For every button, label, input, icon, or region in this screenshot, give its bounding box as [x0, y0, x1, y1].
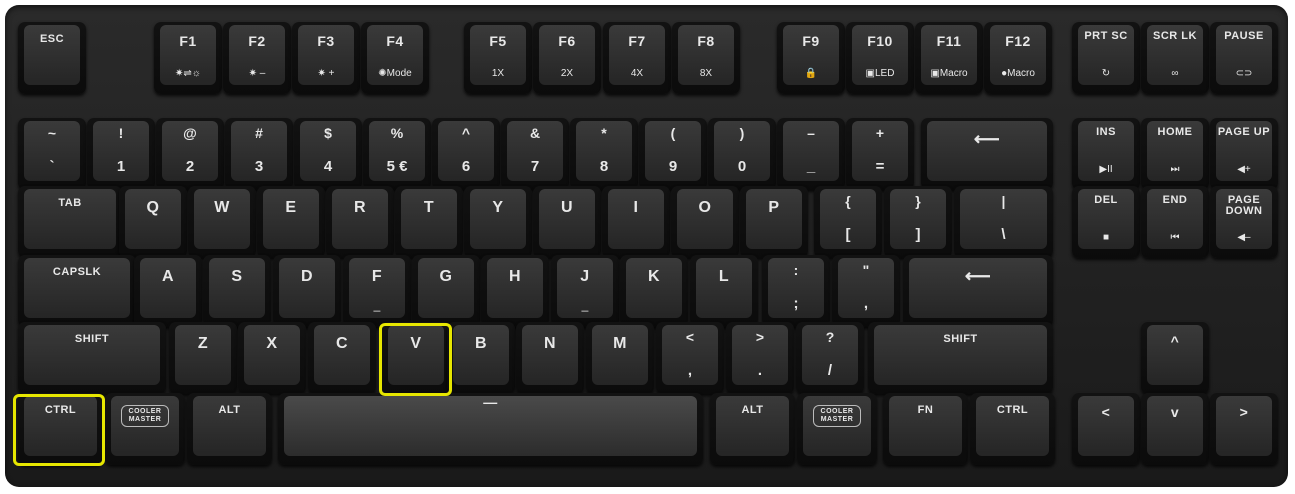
key-c[interactable]: C — [308, 322, 376, 394]
key-f2[interactable]: F2 ✷ – — [223, 22, 291, 94]
key-f1[interactable]: F1 ✷⇌☼ — [154, 22, 222, 94]
key-right-alt[interactable]: ALT — [710, 393, 795, 465]
key-delete[interactable]: DEL ■ — [1072, 186, 1140, 258]
key-f7[interactable]: F7 4X — [603, 22, 671, 94]
key-left-shift[interactable]: SHIFT — [18, 322, 166, 394]
key-f3[interactable]: F3 ✷ + — [292, 22, 360, 94]
key-end[interactable]: END ⏮ — [1141, 186, 1209, 258]
key-backslash[interactable]: | \ — [954, 186, 1053, 258]
key-page-up[interactable]: PAGE UP ◀+ — [1210, 118, 1278, 190]
key-w[interactable]: W — [188, 186, 256, 258]
key-f11[interactable]: F11 ▣Macro — [915, 22, 983, 94]
key-tab[interactable]: TAB — [18, 186, 122, 258]
key-period[interactable]: >. — [726, 322, 794, 394]
key-h[interactable]: H — [481, 255, 549, 327]
key-f12[interactable]: F12 ●Macro — [984, 22, 1052, 94]
key-0[interactable]: ) 0 — [708, 118, 776, 190]
key-enter[interactable]: ⟵ — [903, 255, 1053, 327]
key-x[interactable]: X — [238, 322, 306, 394]
key-fn[interactable]: FN — [883, 393, 968, 465]
key-quote[interactable]: ", — [832, 255, 900, 327]
key-left-logo[interactable]: COOLER MASTER — [105, 393, 185, 465]
key-6[interactable]: ^ 6 — [432, 118, 500, 190]
key-b[interactable]: B — [447, 322, 515, 394]
keyboard: ESC F1 ✷⇌☼ F2 ✷ – F3 ✷ + F4 ✺Mode F5 1X F6 2X … — [0, 0, 1295, 494]
key-f10[interactable]: F10 ▣LED — [846, 22, 914, 94]
key-esc[interactable]: ESC — [18, 22, 86, 94]
key-left-bracket[interactable]: {[ — [814, 186, 882, 258]
key-arrow-left[interactable]: < — [1072, 393, 1140, 465]
key-right-logo[interactable]: COOLER MASTER — [797, 393, 877, 465]
key-k[interactable]: K — [620, 255, 688, 327]
key-p[interactable]: P — [740, 186, 808, 258]
key-left-alt[interactable]: ALT — [187, 393, 272, 465]
key-spacebar[interactable]: — — [278, 393, 703, 465]
key-9[interactable]: (9 — [639, 118, 707, 190]
key-n[interactable]: N — [516, 322, 584, 394]
key-a[interactable]: A — [134, 255, 202, 327]
key-d[interactable]: D — [273, 255, 341, 327]
key-r[interactable]: R — [326, 186, 394, 258]
key-f5[interactable]: F5 1X — [464, 22, 532, 94]
key-minus[interactable]: – _ — [777, 118, 845, 190]
key-right-bracket[interactable]: }] — [884, 186, 952, 258]
key-arrow-right[interactable]: > — [1210, 393, 1278, 465]
key-f[interactable]: F _ — [343, 255, 411, 327]
key-home[interactable]: HOME ⏭ — [1141, 118, 1209, 190]
key-arrow-down[interactable]: v — [1141, 393, 1209, 465]
key-pause[interactable]: PAUSE ⊂⊃ — [1210, 22, 1278, 94]
highlight-v — [379, 323, 452, 396]
key-caps-lock[interactable]: CAPSLK — [18, 255, 136, 327]
key-y[interactable]: Y — [464, 186, 532, 258]
key-5[interactable]: % 5 € — [363, 118, 431, 190]
key-grave[interactable]: ~ ` — [18, 118, 86, 190]
key-3[interactable]: #3 — [225, 118, 293, 190]
key-slash[interactable]: ? / — [796, 322, 864, 394]
key-o[interactable]: O — [671, 186, 739, 258]
key-u[interactable]: U — [533, 186, 601, 258]
key-arrow-up[interactable]: ^ — [1141, 322, 1209, 394]
key-7[interactable]: & 7 — [501, 118, 569, 190]
key-s[interactable]: S — [203, 255, 271, 327]
key-2[interactable]: @2 — [156, 118, 224, 190]
key-t[interactable]: T — [395, 186, 463, 258]
key-backspace[interactable]: ⟵ — [921, 118, 1053, 190]
key-8[interactable]: * 8 — [570, 118, 638, 190]
key-4[interactable]: $4 — [294, 118, 362, 190]
key-i[interactable]: I — [602, 186, 670, 258]
key-f6[interactable]: F6 2X — [533, 22, 601, 94]
key-f4[interactable]: F4 ✺Mode — [361, 22, 429, 94]
key-j[interactable]: J _ — [551, 255, 619, 327]
key-z[interactable]: Z — [169, 322, 237, 394]
key-f8[interactable]: F8 8X — [672, 22, 740, 94]
key-semicolon[interactable]: :; — [762, 255, 830, 327]
key-e[interactable]: E — [257, 186, 325, 258]
key-comma[interactable]: <, — [656, 322, 724, 394]
key-equal[interactable]: + = — [846, 118, 914, 190]
highlight-ctrl — [13, 394, 105, 466]
key-f9[interactable]: F9 🔒 — [777, 22, 845, 94]
key-page-down[interactable]: PAGE DOWN ◀– — [1210, 186, 1278, 258]
key-m[interactable]: M — [586, 322, 654, 394]
key-insert[interactable]: INS ▶II — [1072, 118, 1140, 190]
key-right-ctrl[interactable]: CTRL — [970, 393, 1055, 465]
key-l[interactable]: L — [690, 255, 758, 327]
key-g[interactable]: G — [412, 255, 480, 327]
key-scrlk[interactable]: SCR LK ∞ — [1141, 22, 1209, 94]
key-1[interactable]: ! 1 — [87, 118, 155, 190]
key-prtsc[interactable]: PRT SC ↻ — [1072, 22, 1140, 94]
key-right-shift[interactable]: SHIFT — [868, 322, 1053, 394]
key-q[interactable]: Q — [119, 186, 187, 258]
